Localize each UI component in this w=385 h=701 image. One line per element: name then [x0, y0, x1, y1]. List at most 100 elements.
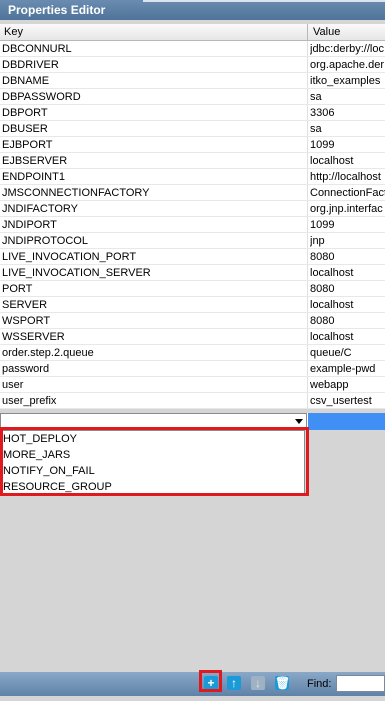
property-key[interactable]: JMSCONNECTIONFACTORY	[2, 185, 302, 200]
property-value[interactable]: localhost	[310, 297, 385, 312]
column-separator[interactable]	[307, 24, 308, 40]
table-row[interactable]: WSPORT 8080	[0, 313, 385, 329]
property-key[interactable]: WSPORT	[2, 313, 302, 328]
column-header-value[interactable]: Value	[309, 24, 340, 40]
table-row[interactable]: JNDIPROTOCOL jnp	[0, 233, 385, 249]
property-value[interactable]: localhost	[310, 153, 385, 168]
table-row[interactable]: LIVE_INVOCATION_PORT 8080	[0, 249, 385, 265]
property-key[interactable]: DBCONNURL	[2, 41, 302, 56]
arrow-up-icon[interactable]: ↑	[227, 676, 241, 690]
property-value[interactable]: 1099	[310, 137, 385, 152]
property-value[interactable]: 8080	[310, 313, 385, 328]
property-key[interactable]: JNDIPORT	[2, 217, 302, 232]
property-value[interactable]: org.apache.der	[310, 57, 385, 72]
table-row[interactable]: DBUSER sa	[0, 121, 385, 137]
table-row[interactable]: DBDRIVER org.apache.der	[0, 57, 385, 73]
property-key[interactable]: DBPASSWORD	[2, 89, 302, 104]
cell-separator	[307, 217, 308, 232]
table-row[interactable]: ENDPOINT1 http://localhost	[0, 169, 385, 185]
table-row[interactable]: JNDIPORT 1099	[0, 217, 385, 233]
property-key[interactable]: EJBPORT	[2, 137, 302, 152]
property-key[interactable]: order.step.2.queue	[2, 345, 302, 360]
property-value[interactable]: webapp	[310, 377, 385, 392]
property-key[interactable]: ENDPOINT1	[2, 169, 302, 184]
property-key[interactable]: password	[2, 361, 302, 376]
table-row[interactable]: user_prefix csv_usertest	[0, 393, 385, 409]
property-key[interactable]: JNDIPROTOCOL	[2, 233, 302, 248]
arrow-down-icon: ↓	[251, 676, 265, 690]
dropdown-highlight-box	[0, 427, 309, 496]
cell-separator	[307, 329, 308, 344]
property-value[interactable]: jnp	[310, 233, 385, 248]
table-row[interactable]: DBPASSWORD sa	[0, 89, 385, 105]
table-row[interactable]: LIVE_INVOCATION_SERVER localhost	[0, 265, 385, 281]
cell-separator	[307, 233, 308, 248]
property-value[interactable]: itko_examples	[310, 73, 385, 88]
property-key[interactable]: user	[2, 377, 302, 392]
table-row[interactable]: user webapp	[0, 377, 385, 393]
cell-separator	[307, 361, 308, 376]
property-value[interactable]: 8080	[310, 281, 385, 296]
cell-separator	[307, 105, 308, 120]
property-value[interactable]: sa	[310, 89, 385, 104]
property-key[interactable]: WSSERVER	[2, 329, 302, 344]
table-row[interactable]: DBCONNURL jdbc:derby://loc	[0, 41, 385, 57]
title-tab-line	[143, 0, 385, 2]
table-row[interactable]: EJBSERVER localhost	[0, 153, 385, 169]
cell-separator	[307, 313, 308, 328]
cell-separator	[307, 121, 308, 136]
column-header-key[interactable]: Key	[0, 24, 23, 40]
property-key[interactable]: DBNAME	[2, 73, 302, 88]
property-value[interactable]: sa	[310, 121, 385, 136]
property-key[interactable]: DBDRIVER	[2, 57, 302, 72]
property-value[interactable]: ConnectionFact	[310, 185, 385, 200]
property-value[interactable]: localhost	[310, 265, 385, 280]
property-key[interactable]: JNDIFACTORY	[2, 201, 302, 216]
property-key[interactable]: EJBSERVER	[2, 153, 302, 168]
find-input[interactable]	[336, 675, 385, 692]
property-key[interactable]: LIVE_INVOCATION_PORT	[2, 249, 302, 264]
property-value[interactable]: localhost	[310, 329, 385, 344]
property-key[interactable]: user_prefix	[2, 393, 302, 408]
property-value[interactable]: 3306	[310, 105, 385, 120]
property-value[interactable]: csv_usertest	[310, 393, 385, 408]
cell-separator	[307, 393, 308, 408]
property-key[interactable]: LIVE_INVOCATION_SERVER	[2, 265, 302, 280]
table-row[interactable]: SERVER localhost	[0, 297, 385, 313]
cell-separator	[307, 137, 308, 152]
cell-separator	[307, 201, 308, 216]
table-row[interactable]: JMSCONNECTIONFACTORY ConnectionFact	[0, 185, 385, 201]
cell-separator	[307, 73, 308, 88]
find-label: Find:	[307, 678, 332, 690]
table-row[interactable]: order.step.2.queue queue/C	[0, 345, 385, 361]
property-value[interactable]: queue/C	[310, 345, 385, 360]
property-value[interactable]: http://localhost	[310, 169, 385, 184]
property-key[interactable]: SERVER	[2, 297, 302, 312]
cell-separator	[307, 297, 308, 312]
property-value[interactable]: 1099	[310, 217, 385, 232]
property-key[interactable]: DBUSER	[2, 121, 302, 136]
table-row[interactable]: password example-pwd	[0, 361, 385, 377]
table-row[interactable]: EJBPORT 1099	[0, 137, 385, 153]
table-row[interactable]: DBNAME itko_examples	[0, 73, 385, 89]
table-row[interactable]: JNDIFACTORY org.jnp.interfac	[0, 201, 385, 217]
table-row[interactable]: DBPORT 3306	[0, 105, 385, 121]
property-value[interactable]: example-pwd	[310, 361, 385, 376]
cell-separator	[307, 249, 308, 264]
cell-separator	[307, 281, 308, 296]
table-row[interactable]: WSSERVER localhost	[0, 329, 385, 345]
property-value[interactable]: org.jnp.interfac	[310, 201, 385, 216]
property-value[interactable]: 8080	[310, 249, 385, 264]
table-row[interactable]: PORT 8080	[0, 281, 385, 297]
chevron-down-icon[interactable]	[295, 419, 303, 424]
property-key[interactable]: PORT	[2, 281, 302, 296]
value-edit-cell[interactable]	[308, 413, 385, 430]
property-value[interactable]: jdbc:derby://loc	[310, 41, 385, 56]
window-title-bar: Properties Editor	[0, 0, 385, 20]
trash-icon[interactable]: 🗑	[275, 676, 290, 690]
cell-separator	[307, 89, 308, 104]
cell-separator	[307, 185, 308, 200]
property-key[interactable]: DBPORT	[2, 105, 302, 120]
cell-separator	[307, 41, 308, 56]
cell-separator	[307, 169, 308, 184]
